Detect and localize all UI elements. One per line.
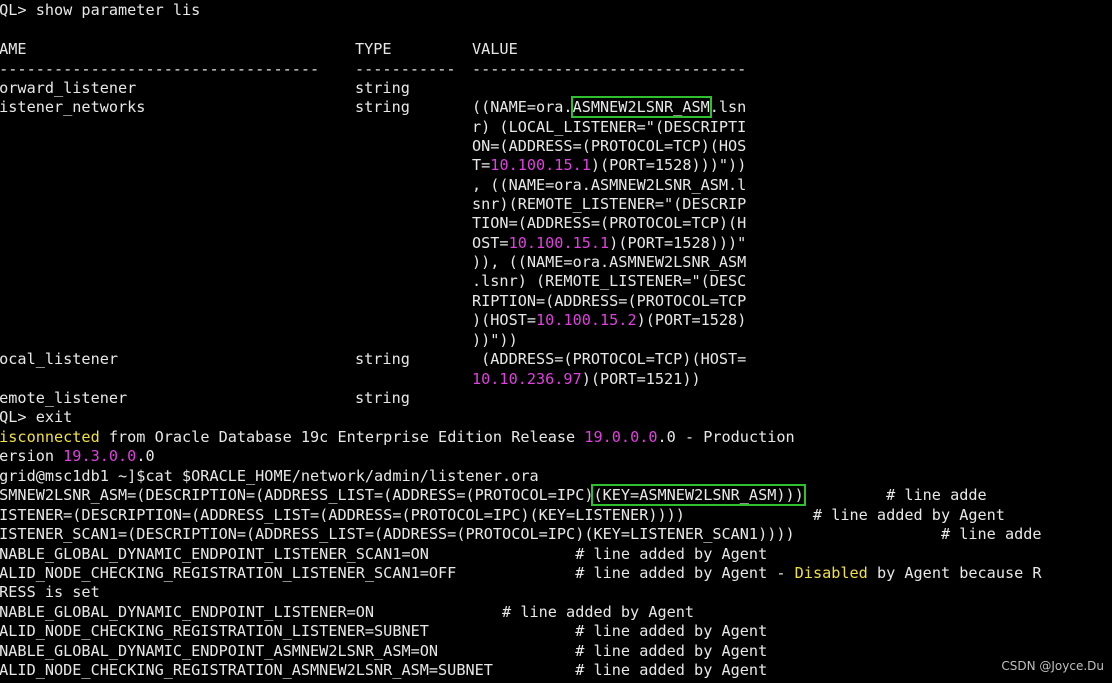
separator-value: ------------------------------	[472, 60, 747, 78]
config-text: ASMNEW2LSNR_ASM=(DESCRIPTION=(ADDRESS_LI…	[0, 486, 594, 504]
highlight-box-key: (KEY=ASMNEW2LSNR_ASM)))	[591, 484, 806, 506]
value-text: T=	[472, 156, 491, 174]
highlight-box-asm-name: ASMNEW2LSNR_ASM	[570, 96, 712, 118]
value-text: )(PORT=1528)))"	[609, 234, 747, 252]
param-value-line: snr)(REMOTE_LISTENER="(DESCRIP	[472, 195, 747, 213]
param-value-line: RIPTION=(ADDRESS=(PROTOCOL=TCP	[472, 292, 747, 310]
param-name: forward_listener	[0, 79, 137, 97]
disconnected-keyword: Disconnected	[0, 428, 100, 446]
watermark: CSDN @Joyce.Du	[1001, 659, 1104, 673]
value-text: )(HOST=	[472, 311, 537, 329]
param-name: remote_listener	[0, 389, 128, 407]
config-text: VALID_NODE_CHECKING_REGISTRATION_LISTENE…	[0, 564, 795, 582]
message-text: Version	[0, 447, 55, 465]
listener-ora-line: ENABLE_GLOBAL_DYNAMIC_ENDPOINT_LISTENER=…	[0, 603, 695, 621]
listener-ora-line: ENABLE_GLOBAL_DYNAMIC_ENDPOINT_ASMNEW2LS…	[0, 642, 768, 660]
listener-ora-line: VALID_NODE_CHECKING_REGISTRATION_LISTENE…	[0, 622, 768, 640]
param-value-line: ((NAME=ora.ASMNEW2LSNR_ASM.lsn	[472, 96, 747, 118]
param-value-line: 10.10.236.97)(PORT=1521))	[472, 370, 701, 389]
value-text: OST=	[472, 234, 509, 252]
ip-address: 10.10.236.97	[472, 370, 582, 388]
version-number: 19.0.0.0	[584, 428, 658, 446]
param-type: string	[355, 79, 410, 97]
value-text: )(PORT=1521))	[581, 370, 701, 388]
param-value-line: .lsnr) (REMOTE_LISTENER="(DESC	[472, 272, 747, 290]
param-value-line: TION=(ADDRESS=(PROTOCOL=TCP)(H	[472, 214, 747, 232]
column-header-name: NAME	[0, 40, 27, 58]
config-text: # line adde	[803, 486, 987, 504]
param-name: local_listener	[0, 350, 119, 368]
ip-address: 10.100.15.1	[490, 156, 591, 174]
value-text: ((NAME=ora.	[472, 98, 573, 116]
param-type: string	[355, 98, 410, 116]
param-value-line: )(HOST=10.100.15.2)(PORT=1528)	[472, 311, 746, 330]
disconnect-message: Disconnected from Oracle Database 19c En…	[0, 428, 795, 447]
param-value-line: T=10.100.15.1)(PORT=1528)))"))	[472, 156, 746, 175]
message-text: .0 - Production	[657, 428, 795, 446]
message-text: from Oracle Database 19c Enterprise Edit…	[99, 428, 585, 446]
sql-exit-line: SQL> exit	[0, 408, 73, 426]
disabled-keyword: Disabled	[794, 564, 868, 582]
message-text: .0	[136, 447, 155, 465]
param-value-line: r) (LOCAL_LISTENER="(DESCRIPTI	[472, 118, 747, 136]
column-header-value: VALUE	[472, 40, 518, 58]
param-value-line: ))"))	[472, 331, 518, 349]
listener-ora-line: VALID_NODE_CHECKING_REGISTRATION_LISTENE…	[0, 564, 1042, 583]
value-text: )(PORT=1528)	[636, 311, 747, 329]
version-number: 19.3.0.0	[63, 447, 137, 465]
sql-command-line: SQL> show parameter lis	[0, 1, 201, 19]
ip-address: 10.100.15.1	[508, 234, 610, 252]
listener-ora-line: ASMNEW2LSNR_ASM=(DESCRIPTION=(ADDRESS_LI…	[0, 484, 987, 506]
listener-ora-line: LISTENER=(DESCRIPTION=(ADDRESS_LIST=(ADD…	[0, 506, 1005, 524]
param-value-line: ON=(ADDRESS=(PROTOCOL=TCP)(HOS	[472, 137, 747, 155]
param-value-line: )), ((NAME=ora.ASMNEW2LSNR_ASM	[472, 253, 747, 271]
param-name: listener_networks	[0, 98, 146, 116]
ip-address: 10.100.15.2	[536, 311, 637, 329]
listener-ora-line: LISTENER_SCAN1=(DESCRIPTION=(ADDRESS_LIS…	[0, 525, 1042, 543]
column-header-type: TYPE	[355, 40, 392, 58]
listener-ora-line: ENABLE_GLOBAL_DYNAMIC_ENDPOINT_LISTENER_…	[0, 545, 768, 563]
value-text: .lsn	[709, 98, 747, 116]
param-value-line: (ADDRESS=(PROTOCOL=TCP)(HOST=	[472, 350, 747, 368]
shell-prompt-line: [grid@msc1db1 ~]$cat $ORACLE_HOME/networ…	[0, 467, 539, 485]
param-type: string	[355, 350, 410, 368]
separator-name: ------------------------------------	[0, 60, 320, 78]
config-text: by Agent because R	[867, 564, 1042, 582]
listener-ora-line: DRESS is set	[0, 583, 100, 601]
param-value-line: , ((NAME=ora.ASMNEW2LSNR_ASM.l	[472, 176, 747, 194]
param-value-line: OST=10.100.15.1)(PORT=1528)))"	[472, 234, 746, 253]
listener-ora-line: VALID_NODE_CHECKING_REGISTRATION_ASMNEW2…	[0, 661, 768, 679]
version-line: Version 19.3.0.0.0	[0, 447, 155, 466]
param-type: string	[355, 389, 410, 407]
value-text: )(PORT=1528)))"))	[590, 156, 747, 174]
separator-type: -----------	[355, 60, 456, 78]
